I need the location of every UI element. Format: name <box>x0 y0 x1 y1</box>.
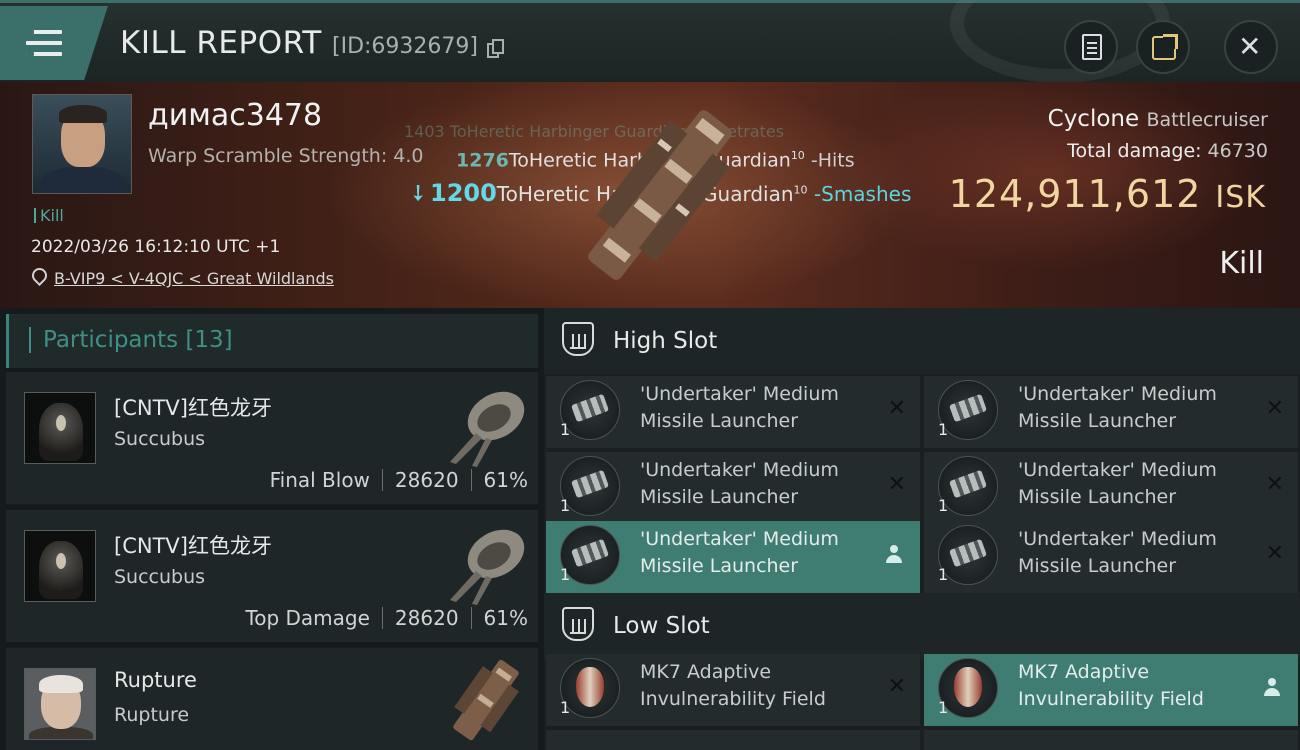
participant-name: [CNTV]红色龙牙 <box>114 396 272 420</box>
remove-x-icon[interactable]: ✕ <box>1266 398 1284 420</box>
kill-result: Kill <box>1219 246 1264 281</box>
kill-datetime: 2022/03/26 16:12:10 UTC +1 <box>31 237 281 257</box>
user-icon[interactable] <box>1264 678 1280 698</box>
header-bar: KILL REPORT [ID:6932679] ✕ <box>0 0 1300 83</box>
slot-shield-icon <box>562 607 594 641</box>
participant-avatar <box>24 392 96 464</box>
share-icon <box>1152 34 1178 60</box>
high-slot-header: High Slot <box>544 308 1300 374</box>
participants-label: Participants [13] <box>43 327 233 353</box>
participant-avatar <box>24 668 96 740</box>
clipboard-icon <box>1082 34 1102 60</box>
low-slot-title: Low Slot <box>613 613 710 639</box>
participant-row[interactable]: [CNTV]红色龙牙 Succubus Top Damage 28620 61% <box>6 510 538 642</box>
participant-avatar <box>24 530 96 602</box>
module-quantity: 1 <box>938 698 949 717</box>
module-item[interactable] <box>924 730 1298 750</box>
victim-ship-name[interactable]: Cyclone Battlecruiser <box>1048 106 1268 132</box>
page-title: KILL REPORT <box>120 25 322 61</box>
location-pin-icon <box>32 268 45 284</box>
isk-value: 124,911,612 ISK <box>948 172 1266 216</box>
module-quantity: 1 <box>938 420 949 439</box>
remove-x-icon[interactable]: ✕ <box>1266 474 1284 496</box>
participant-ship: Succubus <box>114 566 206 588</box>
total-damage: Total damage: 46730 <box>1067 140 1268 162</box>
user-icon[interactable] <box>886 545 902 565</box>
participant-ship: Rupture <box>114 704 190 726</box>
menu-button[interactable] <box>0 6 108 80</box>
participants-header[interactable]: Participants [13] <box>6 314 538 368</box>
participant-ship-image <box>450 391 525 467</box>
participant-ship: Succubus <box>114 428 206 450</box>
module-item[interactable]: 1 'Undertaker' Medium Missile Launcher ✕ <box>924 521 1298 593</box>
module-item[interactable]: 1 'Undertaker' Medium Missile Launcher ✕ <box>924 452 1298 524</box>
victim-portrait[interactable] <box>32 94 132 194</box>
report-id: [ID:6932679] <box>332 34 478 59</box>
module-item[interactable] <box>546 730 920 750</box>
participant-row[interactable]: [CNTV]红色龙牙 Succubus Final Blow 28620 61% <box>6 372 538 504</box>
module-name: 'Undertaker' Medium Missile Launcher <box>640 383 839 432</box>
module-quantity: 1 <box>938 565 949 584</box>
module-name: 'Undertaker' Medium Missile Launcher <box>1018 528 1217 577</box>
module-name: 'Undertaker' Medium Missile Launcher <box>1018 383 1217 432</box>
module-quantity: 1 <box>560 496 571 515</box>
module-item[interactable]: 1 'Undertaker' Medium Missile Launcher ✕ <box>546 376 920 448</box>
module-name: 'Undertaker' Medium Missile Launcher <box>640 528 839 577</box>
high-slot-title: High Slot <box>613 328 718 354</box>
victim-ship-image <box>588 110 732 280</box>
remove-x-icon[interactable]: ✕ <box>888 676 906 698</box>
low-slot-header: Low Slot <box>544 593 1300 659</box>
participant-ship-image <box>453 659 519 741</box>
remove-x-icon[interactable]: ✕ <box>888 398 906 420</box>
participants-panel: Participants [13] [CNTV]红色龙牙 Succubus Fi… <box>6 314 538 750</box>
victim-name[interactable]: димас3478 <box>148 98 322 133</box>
participant-ship-image <box>450 529 525 605</box>
fitting-panel: High Slot 1 'Undertaker' Medium Missile L… <box>544 308 1300 750</box>
slot-shield-icon <box>562 322 594 356</box>
kill-tag: Kill <box>34 206 64 225</box>
close-button[interactable]: ✕ <box>1224 20 1278 74</box>
participant-name: [CNTV]红色龙牙 <box>114 534 272 558</box>
remove-x-icon[interactable]: ✕ <box>888 474 906 496</box>
close-icon: ✕ <box>1238 30 1262 63</box>
module-name: 'Undertaker' Medium Missile Launcher <box>1018 459 1217 508</box>
module-name: MK7 Adaptive Invulnerability Field <box>640 661 826 710</box>
clipboard-button[interactable] <box>1064 20 1118 74</box>
participant-name: Rupture <box>114 668 197 692</box>
kill-location-link[interactable]: B-VIP9 < V-4QJC < Great Wildlands <box>54 269 334 288</box>
participant-row[interactable]: Rupture Rupture <box>6 648 538 750</box>
module-name: MK7 Adaptive Invulnerability Field <box>1018 661 1204 710</box>
remove-x-icon[interactable]: ✕ <box>1266 543 1284 565</box>
module-item-active[interactable]: 1 MK7 Adaptive Invulnerability Field <box>924 654 1298 726</box>
menu-icon <box>26 30 62 56</box>
module-quantity: 1 <box>560 698 571 717</box>
module-quantity: 1 <box>560 420 571 439</box>
module-item[interactable]: 1 'Undertaker' Medium Missile Launcher ✕ <box>924 376 1298 448</box>
module-item-active[interactable]: 1 'Undertaker' Medium Missile Launcher <box>546 521 920 593</box>
copy-icon[interactable] <box>487 39 505 59</box>
module-item[interactable]: 1 'Undertaker' Medium Missile Launcher ✕ <box>546 452 920 524</box>
module-quantity: 1 <box>938 496 949 515</box>
module-item[interactable]: 1 MK7 Adaptive Invulnerability Field ✕ <box>546 654 920 726</box>
participant-stats: Final Blow 28620 61% <box>269 468 528 492</box>
module-name: 'Undertaker' Medium Missile Launcher <box>640 459 839 508</box>
warp-scramble-strength: Warp Scramble Strength: 4.0 <box>148 145 424 167</box>
share-button[interactable] <box>1136 20 1190 74</box>
participant-stats: Top Damage 28620 61% <box>245 606 528 630</box>
kill-banner: димас3478 Warp Scramble Strength: 4.0 Ki… <box>0 82 1300 308</box>
module-quantity: 1 <box>560 565 571 584</box>
